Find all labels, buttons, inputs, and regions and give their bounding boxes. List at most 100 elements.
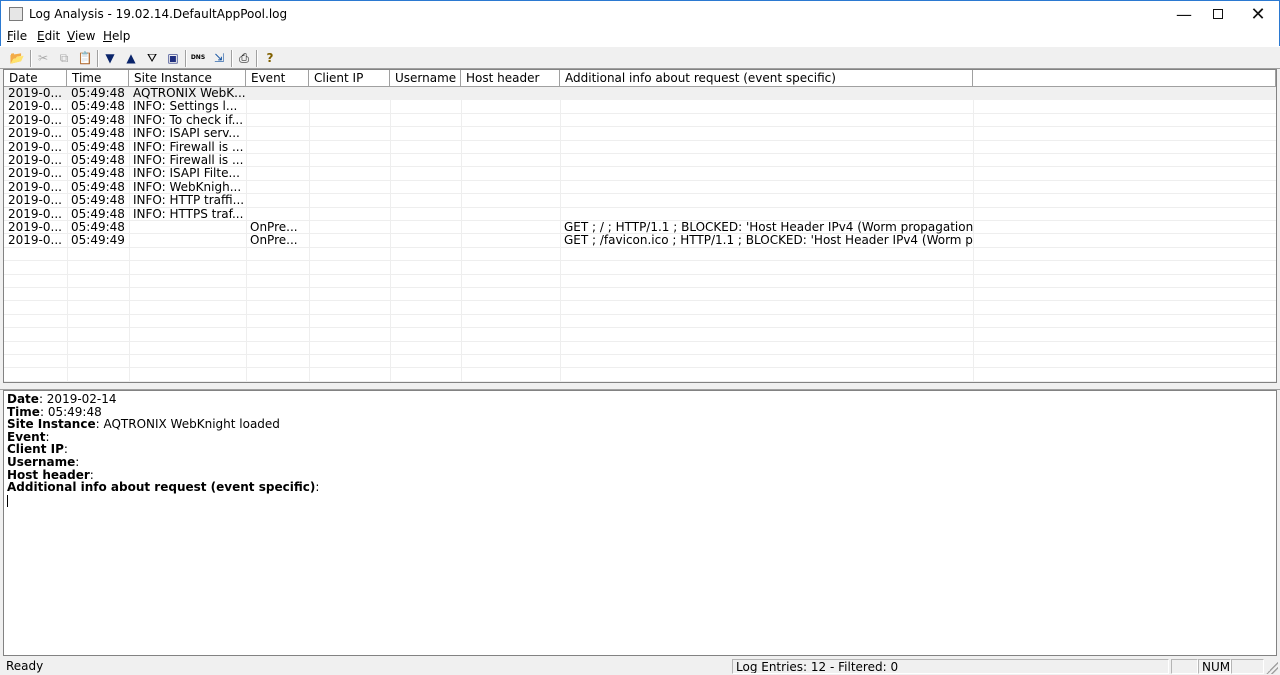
table-cell: 2019-0... — [8, 194, 62, 208]
save-icon[interactable]: ▣ — [165, 50, 181, 66]
table-cell — [309, 181, 390, 194]
detail-pane[interactable]: Date: 2019-02-14 Time: 05:49:48 Site Ins… — [3, 390, 1277, 656]
table-cell — [309, 87, 390, 100]
table-cell — [560, 194, 973, 207]
table-row[interactable]: 2019-0... 05:49:48 INFO: WebKnigh... — [4, 181, 1276, 194]
table-row[interactable]: 2019-0... 05:49:48 OnPre... GET ; / ; HTTP/… — [4, 221, 1276, 234]
table-row[interactable]: 2019-0... 05:49:48 AQTRONIX WebK... — [4, 87, 1276, 101]
table-cell: 05:49:48 — [71, 140, 125, 154]
table-cell — [129, 234, 246, 247]
toolbar-separator — [231, 50, 233, 67]
text-caret — [7, 494, 8, 507]
detail-additional-info: Additional info about request (event spe… — [7, 480, 320, 495]
table-cell — [461, 127, 560, 140]
table-cell — [560, 154, 973, 167]
table-cell: INFO: Firewall is ... — [133, 140, 244, 154]
menu-view[interactable]: View — [67, 29, 95, 43]
table-row[interactable]: 2019-0... 05:49:49 OnPre... GET ; /favicon.… — [4, 234, 1276, 247]
help-icon[interactable]: ? — [262, 50, 278, 66]
paste-icon[interactable]: 📋 — [77, 50, 93, 66]
table-row[interactable]: 2019-0... 05:49:48 INFO: Firewall is ... — [4, 154, 1276, 167]
table-row[interactable]: 2019-0... 05:49:48 INFO: ISAPI serv... — [4, 127, 1276, 140]
column-event[interactable]: Event — [246, 70, 309, 87]
table-cell — [129, 221, 246, 234]
table-row[interactable]: 2019-0... 05:49:48 INFO: HTTPS traf... — [4, 208, 1276, 221]
menu-help[interactable]: Help — [103, 29, 130, 43]
table-cell: INFO: Firewall is ... — [133, 154, 244, 167]
dns-icon[interactable]: DNS — [190, 50, 206, 66]
pane-splitter[interactable] — [0, 383, 1280, 390]
table-cell: 05:49:48 — [71, 87, 125, 100]
table-cell — [246, 127, 309, 140]
cut-icon[interactable]: ✂ — [35, 50, 51, 66]
maximize-icon — [1213, 9, 1223, 19]
grid-line-horizontal — [4, 313, 1276, 315]
table-cell: 2019-0... — [8, 180, 62, 194]
next-down-icon[interactable]: ▼ — [102, 50, 118, 66]
print-icon[interactable]: ⎙ — [236, 50, 252, 66]
table-cell — [309, 127, 390, 140]
copy-icon[interactable]: ⧉ — [56, 50, 72, 66]
table-cell: 2019-0... — [8, 207, 62, 221]
log-list[interactable]: Date Time Site Instance Event Client IP … — [3, 69, 1277, 383]
table-cell: INFO: HTTPS traf... — [133, 207, 244, 221]
table-cell — [390, 114, 461, 127]
table-cell — [309, 100, 390, 113]
table-cell — [309, 234, 390, 247]
grid-line-horizontal — [4, 300, 1276, 302]
column-time[interactable]: Time — [67, 70, 129, 87]
menu-file[interactable]: File — [7, 29, 27, 43]
table-cell: 2019-0... — [8, 154, 62, 167]
filter-icon[interactable]: ⛛ — [144, 50, 160, 66]
column-site-instance[interactable]: Site Instance — [129, 70, 246, 87]
table-cell — [390, 194, 461, 207]
table-cell — [309, 208, 390, 221]
table-cell — [560, 141, 973, 154]
table-row[interactable]: 2019-0... 05:49:48 INFO: To check if... — [4, 114, 1276, 127]
table-cell — [309, 167, 390, 180]
table-row[interactable]: 2019-0... 05:49:48 INFO: ISAPI Filte... — [4, 167, 1276, 180]
table-cell: OnPre... — [250, 221, 298, 234]
column-date[interactable]: Date — [4, 70, 67, 87]
open-icon[interactable]: 📂 — [9, 50, 25, 66]
previous-up-icon[interactable]: ▲ — [123, 50, 139, 66]
column-additional-info[interactable]: Additional info about request (event spe… — [560, 70, 973, 87]
table-cell — [309, 141, 390, 154]
table-cell — [390, 208, 461, 221]
column-username[interactable]: Username — [390, 70, 461, 87]
table-row[interactable]: 2019-0... 05:49:48 INFO: Firewall is ... — [4, 141, 1276, 154]
detail-event: Event: — [7, 429, 50, 444]
table-cell — [461, 234, 560, 247]
table-cell — [246, 154, 309, 167]
table-cell: 2019-0... — [8, 167, 62, 181]
app-icon[interactable] — [9, 7, 23, 21]
status-ready: Ready — [6, 659, 44, 673]
table-row[interactable]: 2019-0... 05:49:48 INFO: HTTP traffi... — [4, 194, 1276, 207]
table-cell: INFO: ISAPI Filte... — [133, 167, 240, 181]
toolbar-separator — [185, 50, 187, 67]
table-cell: INFO: To check if... — [133, 113, 244, 127]
menu-edit[interactable]: Edit — [37, 29, 60, 43]
resize-grip[interactable] — [1266, 662, 1278, 674]
table-cell — [461, 167, 560, 180]
status-bar: Ready Log Entries: 12 - Filtered: 0 NUM — [0, 658, 1280, 675]
table-cell: AQTRONIX WebK... — [133, 87, 246, 100]
table-cell — [560, 87, 973, 100]
toolbar-separator — [256, 50, 258, 67]
close-button[interactable]: ✕ — [1235, 1, 1280, 29]
export-icon[interactable]: ⇲ — [211, 50, 227, 66]
grid-line-horizontal — [4, 367, 1276, 369]
column-client-ip[interactable]: Client IP — [309, 70, 390, 87]
table-cell — [461, 181, 560, 194]
table-cell: 05:49:48 — [71, 127, 125, 141]
table-cell — [390, 141, 461, 154]
table-cell: 2019-0... — [8, 113, 62, 127]
grid-line-horizontal — [4, 340, 1276, 342]
table-cell — [246, 208, 309, 221]
grid-line-horizontal — [4, 287, 1276, 288]
grid-line-horizontal — [4, 273, 1276, 275]
table-cell — [309, 154, 390, 167]
grid-line-horizontal — [4, 380, 1276, 382]
table-row[interactable]: 2019-0... 05:49:48 INFO: Settings l... — [4, 100, 1276, 113]
column-host-header[interactable]: Host header — [461, 70, 560, 87]
